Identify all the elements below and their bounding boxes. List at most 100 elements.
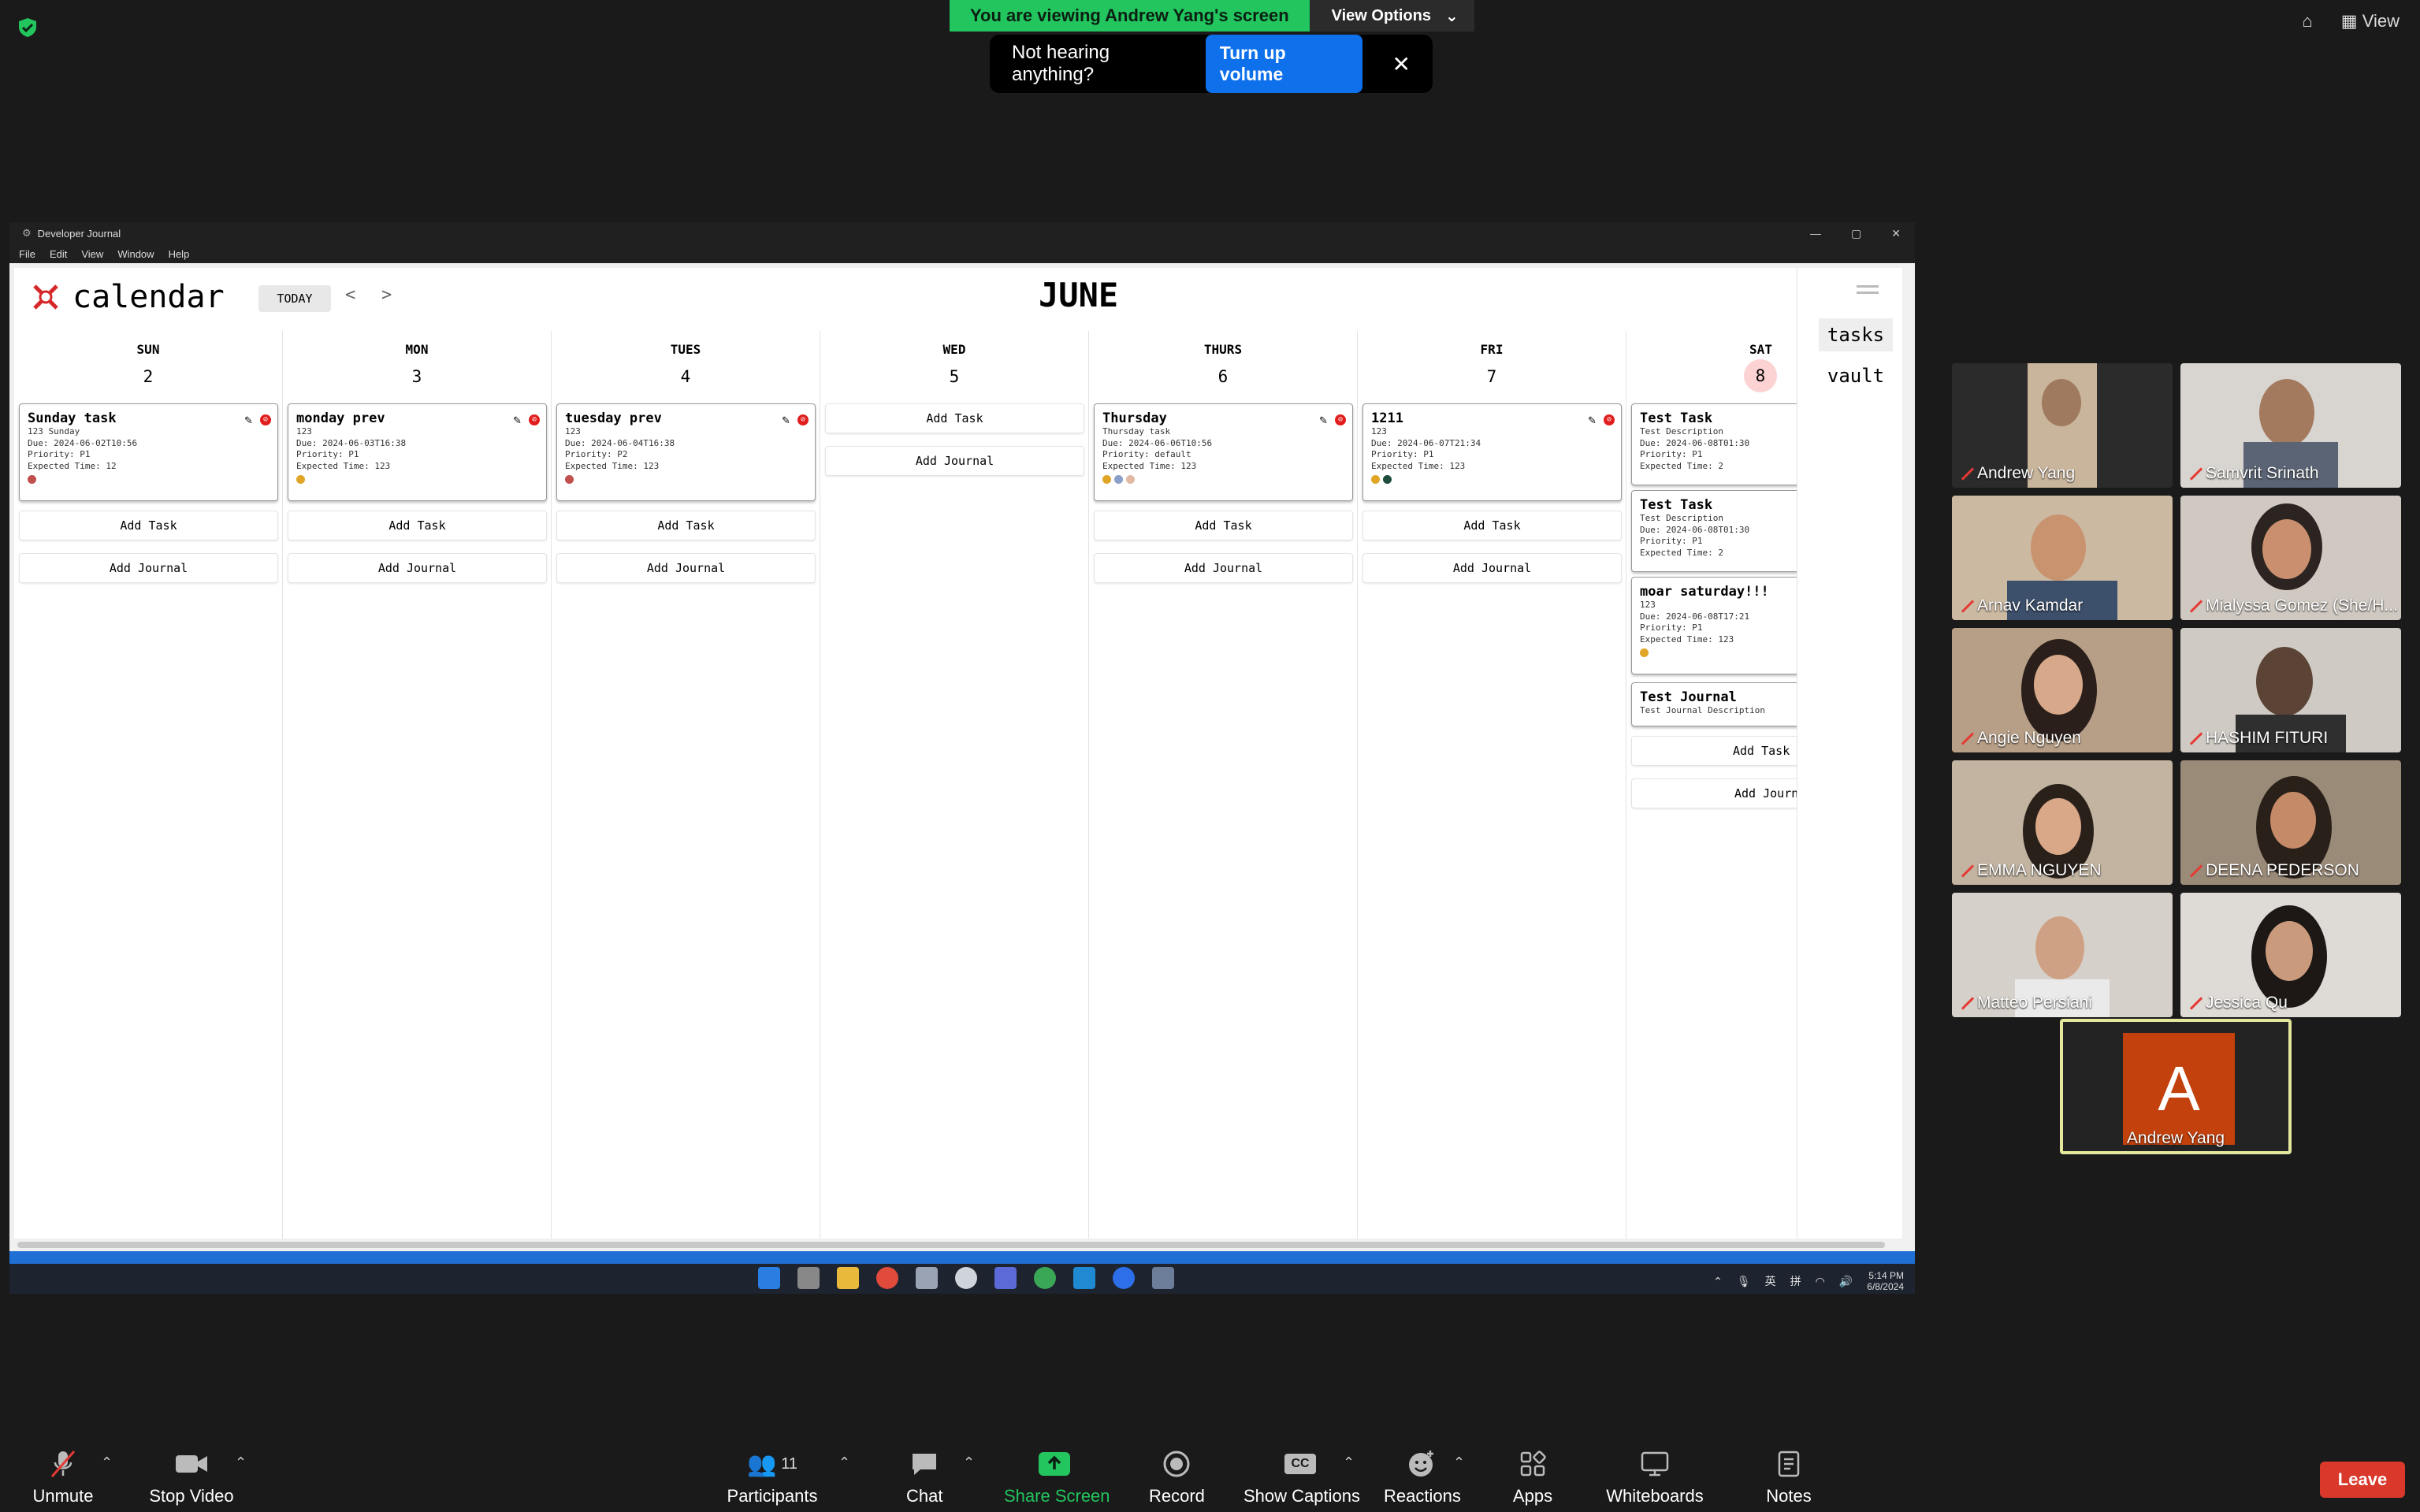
journal-card[interactable]: Test Journal Test Journal Description (1631, 682, 1797, 726)
unmute-button[interactable]: Unmute (32, 1448, 95, 1506)
menu-file[interactable]: File (19, 248, 35, 260)
participant-tile[interactable]: Mialyssa Gomez (She/H... (2180, 496, 2401, 620)
reactions-button[interactable]: Reactions (1384, 1448, 1461, 1506)
edit-icon[interactable]: ✎ (1588, 412, 1596, 427)
chat-options-caret-icon[interactable]: ⌃ (963, 1454, 975, 1471)
sidebar-item-tasks[interactable]: tasks (1819, 318, 1893, 351)
task-card[interactable]: 1211 123 Due: 2024-06-07T21:34 Priority:… (1362, 403, 1622, 501)
participant-tile[interactable]: Matteo Persiani (1952, 893, 2173, 1017)
prev-week-button[interactable]: < (345, 285, 355, 305)
menu-window[interactable]: Window (117, 248, 154, 260)
captions-options-caret-icon[interactable]: ⌃ (1343, 1454, 1355, 1471)
security-shield-icon[interactable] (17, 17, 38, 38)
participant-tile[interactable]: Samvrit Srinath (2180, 363, 2401, 488)
participant-tile[interactable]: Andrew Yang (1952, 363, 2173, 488)
delete-icon[interactable]: ⊘ (260, 414, 271, 425)
clock[interactable]: 5:14 PM 6/8/2024 (1867, 1270, 1904, 1292)
task-card[interactable]: monday prev 123 Due: 2024-06-03T16:38 Pr… (288, 403, 547, 501)
whiteboards-button[interactable]: Whiteboards (1606, 1448, 1704, 1506)
video-options-caret-icon[interactable]: ⌃ (235, 1454, 247, 1471)
add-task-button[interactable]: Add Task (556, 511, 816, 541)
edit-icon[interactable]: ✎ (782, 412, 790, 427)
next-week-button[interactable]: > (381, 285, 392, 305)
file-explorer-icon[interactable] (837, 1267, 859, 1289)
app-icon[interactable] (955, 1267, 977, 1289)
delete-icon[interactable]: ⊘ (797, 414, 809, 425)
horizontal-scrollbar[interactable] (14, 1240, 1902, 1250)
chrome-profile-icon[interactable] (1034, 1267, 1056, 1289)
reactions-options-caret-icon[interactable]: ⌃ (1453, 1454, 1465, 1471)
immersive-view-icon[interactable]: ⌂ (2303, 11, 2313, 32)
participants-options-caret-icon[interactable]: ⌃ (838, 1454, 850, 1471)
chevron-up-icon[interactable]: ⌃ (1713, 1275, 1723, 1288)
participant-tile[interactable]: Jessica Qu (2180, 893, 2401, 1017)
self-video-tile[interactable]: A Andrew Yang (2060, 1019, 2292, 1154)
add-task-button[interactable]: Add Task (825, 403, 1084, 433)
zoom-icon[interactable] (1113, 1267, 1135, 1289)
add-task-button[interactable]: Add Task (19, 511, 278, 541)
wifi-icon[interactable]: ◠ (1816, 1275, 1825, 1288)
hamburger-menu-icon[interactable] (1857, 285, 1879, 301)
windows-start-icon[interactable] (758, 1267, 780, 1289)
electron-icon[interactable] (1152, 1267, 1174, 1289)
close-icon[interactable]: ✕ (1392, 51, 1411, 77)
task-card[interactable]: Test Task Test Description Due: 2024-06-… (1631, 490, 1797, 572)
today-button[interactable]: TODAY (258, 285, 331, 312)
task-card[interactable]: Thursday Thursday task Due: 2024-06-06T1… (1094, 403, 1353, 501)
maximize-icon[interactable]: ▢ (1851, 227, 1861, 240)
add-journal-button[interactable]: Add Journal (556, 553, 816, 583)
task-card[interactable]: Test Task Test Description Due: 2024-06-… (1631, 403, 1797, 485)
participant-tile[interactable]: Arnav Kamdar (1952, 496, 2173, 620)
audio-options-caret-icon[interactable]: ⌃ (101, 1454, 113, 1471)
edit-icon[interactable]: ✎ (1319, 412, 1327, 427)
delete-icon[interactable]: ⊘ (529, 414, 540, 425)
chrome-icon[interactable] (876, 1267, 898, 1289)
participant-tile[interactable]: DEENA PEDERSON (2180, 760, 2401, 885)
turn-up-volume-button[interactable]: Turn up volume (1205, 35, 1362, 93)
language-ime[interactable]: 拼 (1790, 1273, 1801, 1289)
volume-icon[interactable]: 🔊 (1839, 1275, 1853, 1288)
add-journal-button[interactable]: Add Journal (825, 446, 1084, 476)
add-task-button[interactable]: Add Task (1362, 511, 1622, 541)
share-screen-button[interactable]: Share Screen (1004, 1448, 1110, 1506)
participants-button[interactable]: 👥 11 Participants (727, 1448, 818, 1506)
add-journal-button[interactable]: Add Journal (288, 553, 547, 583)
view-button[interactable]: ▦ View (2341, 11, 2400, 32)
task-card[interactable]: moar saturday!!! 123 Due: 2024-06-08T17:… (1631, 577, 1797, 674)
task-view-icon[interactable] (797, 1267, 820, 1289)
add-task-button[interactable]: Add Task (288, 511, 547, 541)
menu-help[interactable]: Help (169, 248, 190, 260)
apps-button[interactable]: Apps (1511, 1448, 1554, 1506)
delete-icon[interactable]: ⊘ (1604, 414, 1615, 425)
edit-icon[interactable]: ✎ (244, 412, 252, 427)
vscode-icon[interactable] (1073, 1267, 1095, 1289)
delete-icon[interactable]: ⊘ (1335, 414, 1346, 425)
show-captions-button[interactable]: CC Show Captions (1243, 1448, 1360, 1506)
record-button[interactable]: Record (1149, 1448, 1205, 1506)
leave-button[interactable]: Leave (2320, 1462, 2405, 1498)
minimize-icon[interactable]: — (1810, 227, 1821, 240)
chat-button[interactable]: Chat (906, 1448, 942, 1506)
edit-icon[interactable]: ✎ (513, 412, 521, 427)
task-card[interactable]: tuesday prev 123 Due: 2024-06-04T16:38 P… (556, 403, 816, 501)
participant-tile[interactable]: HASHIM FITURI (2180, 628, 2401, 752)
microphone-icon[interactable]: 🎙 (1737, 1275, 1751, 1288)
language-en[interactable]: 英 (1765, 1273, 1776, 1289)
notes-button[interactable]: Notes (1765, 1448, 1812, 1506)
task-card[interactable]: Sunday task 123 Sunday Due: 2024-06-02T1… (19, 403, 278, 501)
add-task-button[interactable]: Add Task (1631, 736, 1797, 766)
menu-edit[interactable]: Edit (50, 248, 67, 260)
add-journal-button[interactable]: Add Journal (1094, 553, 1353, 583)
discord-icon[interactable] (994, 1267, 1017, 1289)
add-journal-button[interactable]: Add Journ (1631, 778, 1797, 808)
stop-video-button[interactable]: Stop Video (147, 1448, 236, 1506)
add-journal-button[interactable]: Add Journal (19, 553, 278, 583)
participant-tile[interactable]: EMMA NGUYEN (1952, 760, 2173, 885)
sidebar-item-vault[interactable]: vault (1819, 359, 1893, 392)
view-options-button[interactable]: View Options ⌄ (1309, 0, 1474, 32)
settings-icon[interactable] (916, 1267, 938, 1289)
add-task-button[interactable]: Add Task (1094, 511, 1353, 541)
menu-view[interactable]: View (81, 248, 103, 260)
participant-tile[interactable]: Angie Nguyen (1952, 628, 2173, 752)
close-window-icon[interactable]: ✕ (1891, 227, 1901, 240)
